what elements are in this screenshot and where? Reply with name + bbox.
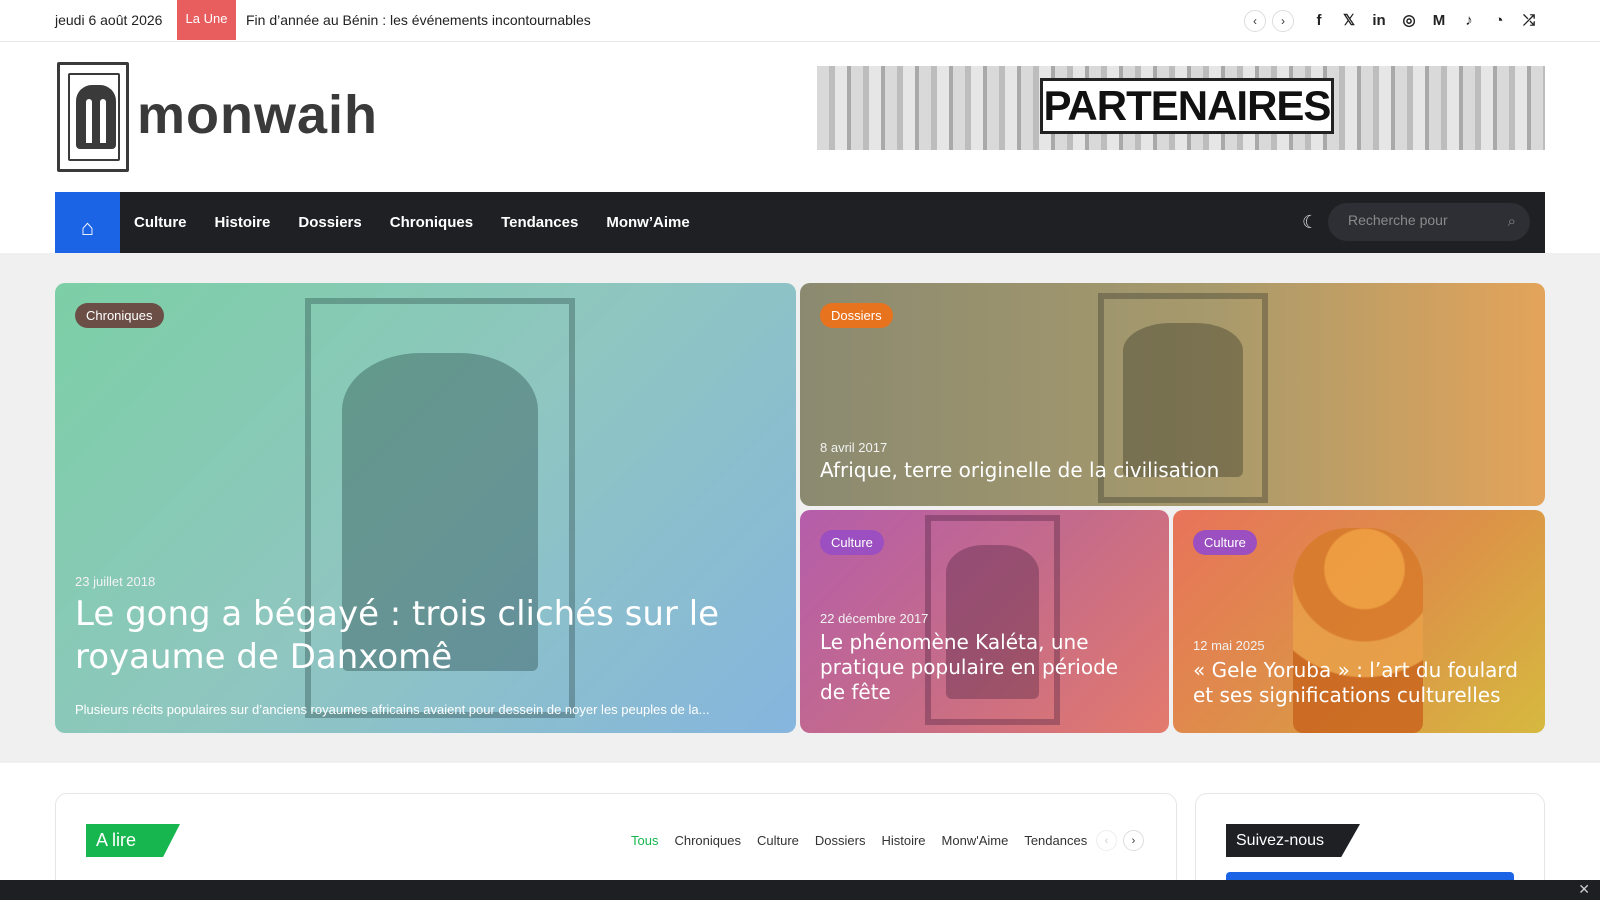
featured-card-main[interactable]: Chroniques 23 juillet 2018 Le gong a bég… [55, 283, 796, 733]
facebook-icon[interactable]: f [1310, 10, 1328, 30]
section-heading: Suivez-nous [1226, 824, 1360, 857]
nav-item-histoire[interactable]: Histoire [215, 214, 271, 231]
site-logo[interactable]: monwaih [57, 62, 377, 172]
breaking-news-badge: La Une [177, 0, 236, 40]
category-badge[interactable]: Chroniques [75, 303, 164, 328]
shuffle-icon[interactable]: ⤮ [1520, 10, 1538, 30]
top-bar: jeudi 6 août 2026 La Une Fin d’année au … [0, 0, 1600, 42]
tab-chroniques[interactable]: Chroniques [674, 833, 741, 848]
next-page-button[interactable]: › [1123, 830, 1144, 851]
medium-icon[interactable]: M [1430, 10, 1448, 30]
category-badge[interactable]: Dossiers [820, 303, 893, 328]
nav-item-chroniques[interactable]: Chroniques [390, 214, 473, 231]
linkedin-icon[interactable]: in [1370, 10, 1388, 30]
partners-label: PARTENAIRES [1043, 82, 1332, 129]
category-badge[interactable]: Culture [820, 530, 884, 555]
featured-card-3[interactable]: Culture 22 décembre 2017 Le phénomène Ka… [800, 510, 1169, 733]
ticker-prev-button[interactable]: ‹ [1244, 10, 1266, 32]
breaking-news-link[interactable]: Fin d’année au Bénin : les événements in… [246, 12, 591, 28]
tab-tendances[interactable]: Tendances [1024, 833, 1087, 848]
x-icon[interactable]: 𝕏 [1340, 10, 1358, 30]
logo-wordmark: monwaih [137, 85, 379, 145]
tab-dossiers[interactable]: Dossiers [815, 833, 866, 848]
post-title[interactable]: Le phénomène Kaléta, une pratique popula… [820, 630, 1149, 705]
search-box: ⌕ [1328, 203, 1530, 241]
prev-page-button[interactable]: ‹ [1096, 830, 1117, 851]
dark-mode-toggle-icon[interactable]: ☾ [1302, 212, 1318, 233]
ticker-next-button[interactable]: › [1272, 10, 1294, 32]
nav-item-monwaime[interactable]: Monw’Aime [606, 214, 689, 231]
post-date: 23 juillet 2018 [75, 574, 156, 589]
rss-icon[interactable]: ◔ [1490, 10, 1508, 30]
nav-item-culture[interactable]: Culture [134, 214, 187, 231]
tab-tous[interactable]: Tous [631, 833, 658, 848]
post-title[interactable]: Le gong a bégayé : trois clichés sur le … [75, 593, 776, 678]
post-date: 8 avril 2017 [820, 440, 888, 455]
post-excerpt: Plusieurs récits populaires sur d’ancien… [75, 702, 710, 717]
logo-mark-icon [57, 62, 129, 172]
close-icon[interactable]: ✕ [1578, 881, 1590, 898]
category-tabs: Tous Chroniques Culture Dossiers Histoir… [631, 833, 1087, 848]
current-date: jeudi 6 août 2026 [55, 12, 163, 28]
bottom-sticky-bar: ✕ [0, 880, 1600, 900]
instagram-icon[interactable]: ◎ [1400, 10, 1418, 30]
nav-menu: Culture Histoire Dossiers Chroniques Ten… [134, 192, 690, 253]
tiktok-icon[interactable]: ♪ [1460, 10, 1478, 30]
post-date: 12 mai 2025 [1193, 638, 1265, 653]
tab-monwaime[interactable]: Monw'Aime [942, 833, 1009, 848]
featured-card-2[interactable]: Dossiers 8 avril 2017 Afrique, terre ori… [800, 283, 1545, 506]
tab-culture[interactable]: Culture [757, 833, 799, 848]
search-icon[interactable]: ⌕ [1508, 213, 1516, 230]
post-title[interactable]: « Gele Yoruba » : l’art du foulard et se… [1193, 658, 1525, 708]
main-nav: ⌂ Culture Histoire Dossiers Chroniques T… [55, 192, 1545, 263]
tab-histoire[interactable]: Histoire [881, 833, 925, 848]
category-badge[interactable]: Culture [1193, 530, 1257, 555]
nav-item-tendances[interactable]: Tendances [501, 214, 578, 231]
tab-pagination: ‹ › [1096, 830, 1144, 851]
post-title[interactable]: Afrique, terre originelle de la civilisa… [820, 458, 1525, 483]
social-links: f 𝕏 in ◎ M ♪ ◔ ⤮ [1310, 10, 1538, 30]
nav-item-dossiers[interactable]: Dossiers [298, 214, 361, 231]
partners-banner[interactable]: PARTENAIRES [817, 66, 1545, 150]
post-date: 22 décembre 2017 [820, 611, 929, 626]
search-input[interactable] [1348, 212, 1498, 228]
ticker-controls: ‹ › [1244, 10, 1294, 32]
featured-card-4[interactable]: Culture 12 mai 2025 « Gele Yoruba » : l’… [1173, 510, 1545, 733]
section-heading: A lire [86, 824, 180, 857]
